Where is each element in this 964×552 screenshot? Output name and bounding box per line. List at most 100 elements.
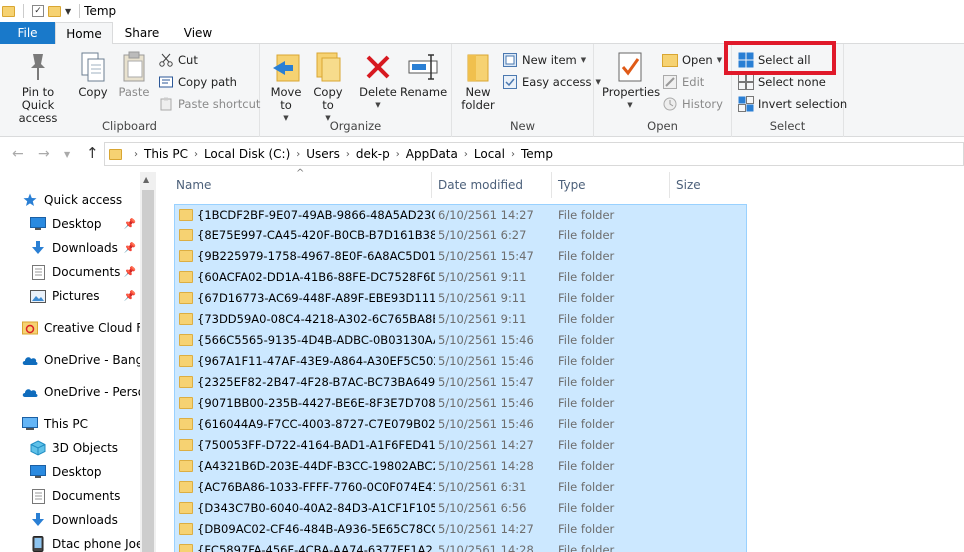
file-row[interactable]: {DB09AC02-CF46-484B-A936-5E65C78CC... 5/1…: [174, 519, 747, 540]
folder-icon: [179, 439, 193, 451]
forward-arrow-icon[interactable]: →: [38, 146, 50, 162]
file-row[interactable]: {A4321B6D-203E-44DF-B3CC-19802ABC2... 5/1…: [174, 456, 747, 477]
file-row[interactable]: {9071BB00-235B-4427-BE6E-8F3E7D708D... 5/…: [174, 393, 747, 414]
nav-item-downloads-pinned[interactable]: Downloads 📌: [30, 237, 140, 259]
clipboard-group: Pin to Quick access Copy Paste Cut Copy …: [0, 44, 260, 137]
breadcrumb-chevron-icon[interactable]: ›: [464, 149, 468, 160]
rename-button[interactable]: Rename: [400, 50, 447, 99]
copy-path-button[interactable]: Copy path: [158, 72, 237, 92]
folder-icon: [179, 313, 193, 325]
breadcrumb-chevron-icon[interactable]: ›: [511, 149, 515, 160]
breadcrumb-user[interactable]: dek-p: [356, 147, 390, 161]
breadcrumb-chevron-icon[interactable]: ›: [396, 149, 400, 160]
column-header-date-modified[interactable]: Date modified: [432, 172, 552, 198]
file-row[interactable]: {566C5565-9135-4D4B-ADBC-0B03130AA... 5/1…: [174, 330, 747, 351]
breadcrumb-chevron-icon[interactable]: ›: [346, 149, 350, 160]
select-group-label: Select: [769, 119, 806, 133]
nav-item-label: OneDrive - Persor: [44, 385, 151, 399]
copy-button[interactable]: Copy: [74, 50, 112, 99]
nav-item-label: Desktop: [52, 465, 102, 479]
paste-button[interactable]: Paste: [114, 50, 154, 99]
select-none-button[interactable]: Select none: [738, 72, 826, 92]
delete-x-icon: [361, 50, 395, 84]
tab-file[interactable]: File: [0, 22, 55, 44]
easy-access-button[interactable]: Easy access ▼: [502, 72, 601, 92]
invert-selection-button[interactable]: Invert selection: [738, 94, 847, 114]
pin-to-quick-access-button[interactable]: Pin to Quick access: [4, 50, 72, 125]
file-type: File folder: [558, 312, 615, 326]
copy-path-label: Copy path: [178, 75, 237, 89]
folder-icon: [179, 376, 193, 388]
nav-item-pictures-pinned[interactable]: Pictures 📌: [30, 285, 140, 307]
move-to-button[interactable]: Move to ▼: [268, 50, 304, 125]
delete-button[interactable]: Delete ▼: [358, 50, 398, 112]
nav-item-desktop-pinned[interactable]: Desktop 📌: [30, 213, 140, 235]
copy-to-button[interactable]: Copy to ▼: [310, 50, 346, 125]
breadcrumb-local[interactable]: Local: [474, 147, 505, 161]
new-item-label: New item: [522, 53, 577, 67]
nav-item-label: Desktop: [52, 217, 102, 231]
recent-locations-chevron-icon[interactable]: ▼: [64, 150, 70, 159]
file-name: {750053FF-D722-4164-BAD1-A1F6FED414...: [197, 438, 435, 452]
file-row[interactable]: {616044A9-F7CC-4003-8727-C7E079B028... 5/…: [174, 414, 747, 435]
breadcrumb-this-pc[interactable]: This PC: [144, 147, 188, 161]
file-row[interactable]: {750053FF-D722-4164-BAD1-A1F6FED414... 5/…: [174, 435, 747, 456]
breadcrumb-chevron-icon[interactable]: ›: [296, 149, 300, 160]
file-row[interactable]: {967A1F11-47AF-43E9-A864-A30EF5C502... 5/…: [174, 351, 747, 372]
breadcrumb-appdata[interactable]: AppData: [406, 147, 458, 161]
file-type: File folder: [558, 543, 615, 552]
file-type: File folder: [558, 249, 615, 263]
properties-icon: [613, 50, 647, 84]
open-button[interactable]: Open ▼: [662, 50, 722, 70]
desktop-icon: [30, 216, 46, 232]
address-bar[interactable]: › This PC › Local Disk (C:) › Users › de…: [104, 142, 964, 166]
file-row[interactable]: {D343C7B0-6040-40A2-84D3-A1CF1F1054... 5/…: [174, 498, 747, 519]
history-button[interactable]: History: [662, 94, 723, 114]
pin-icon: 📌: [123, 266, 136, 278]
delete-chevron-icon: ▼: [375, 101, 381, 109]
breadcrumb-local-disk[interactable]: Local Disk (C:): [204, 147, 290, 161]
up-arrow-icon[interactable]: ↑: [86, 144, 99, 162]
file-row[interactable]: {73DD59A0-08C4-4218-A302-6C765BA8E... 5/1…: [174, 309, 747, 330]
file-name: {67D16773-AC69-448F-A89F-EBE93D1113...: [197, 291, 435, 305]
file-row[interactable]: {60ACFA02-DD1A-41B6-88FE-DC7528F6D... 5/1…: [174, 267, 747, 288]
file-row[interactable]: {2325EF82-2B47-4F28-B7AC-BC73BA6496... 5/…: [174, 372, 747, 393]
clipboard-paste-icon: [117, 50, 151, 84]
new-item-chevron-icon: ▼: [580, 56, 587, 64]
file-row[interactable]: {1BCDF2BF-9E07-49AB-9866-48A5AD230... 6/1…: [174, 204, 747, 225]
new-folder-icon[interactable]: [48, 5, 61, 17]
file-row[interactable]: {AC76BA86-1033-FFFF-7760-0C0F074E41... 5/…: [174, 477, 747, 498]
title-bar: ✓ ▼ Temp: [0, 0, 964, 22]
properties-check-icon[interactable]: ✓: [32, 5, 44, 17]
breadcrumb-users[interactable]: Users: [306, 147, 340, 161]
column-headers: ^ Name Date modified Type Size: [156, 168, 964, 198]
breadcrumb-chevron-icon[interactable]: ›: [194, 149, 198, 160]
column-header-name[interactable]: Name: [170, 172, 432, 198]
breadcrumb-temp[interactable]: Temp: [521, 147, 553, 161]
properties-button[interactable]: Properties ▼: [602, 50, 660, 112]
back-arrow-icon[interactable]: ←: [12, 146, 24, 162]
navigation-pane-scrollbar[interactable]: ▲: [140, 172, 156, 552]
tab-home[interactable]: Home: [55, 22, 113, 45]
file-row[interactable]: {9B225979-1758-4967-8E0F-6A8AC5D010... 5/…: [174, 246, 747, 267]
nav-item-documents-pinned[interactable]: Documents 📌: [30, 261, 140, 283]
file-row[interactable]: {67D16773-AC69-448F-A89F-EBE93D1113... 5/…: [174, 288, 747, 309]
new-item-button[interactable]: New item ▼: [502, 50, 586, 70]
file-name: {9B225979-1758-4967-8E0F-6A8AC5D010...: [197, 249, 435, 263]
tab-share[interactable]: Share: [113, 22, 171, 44]
column-header-type[interactable]: Type: [552, 172, 670, 198]
column-header-size[interactable]: Size: [670, 172, 750, 198]
scroll-up-arrow-icon[interactable]: ▲: [143, 175, 149, 184]
nav-item-label: 3D Objects: [52, 441, 119, 455]
breadcrumb-chevron-icon[interactable]: ›: [134, 149, 138, 160]
edit-button[interactable]: Edit: [662, 72, 704, 92]
file-row[interactable]: {FC5897FA-456F-4CBA-AA74-6377FF1A2... 5/1…: [174, 540, 747, 552]
tab-view[interactable]: View: [171, 22, 225, 44]
paste-shortcut-button[interactable]: Paste shortcut: [158, 94, 260, 114]
file-date-modified: 5/10/2561 9:11: [438, 312, 527, 326]
customize-toolbar-chevron-icon[interactable]: ▼: [65, 7, 71, 16]
new-folder-button[interactable]: New folder: [458, 50, 498, 112]
scrollbar-thumb[interactable]: [142, 190, 154, 552]
cut-button[interactable]: Cut: [158, 50, 198, 70]
file-row[interactable]: {8E75E997-CA45-420F-B0CB-B7D161B384... 5/…: [174, 225, 747, 246]
